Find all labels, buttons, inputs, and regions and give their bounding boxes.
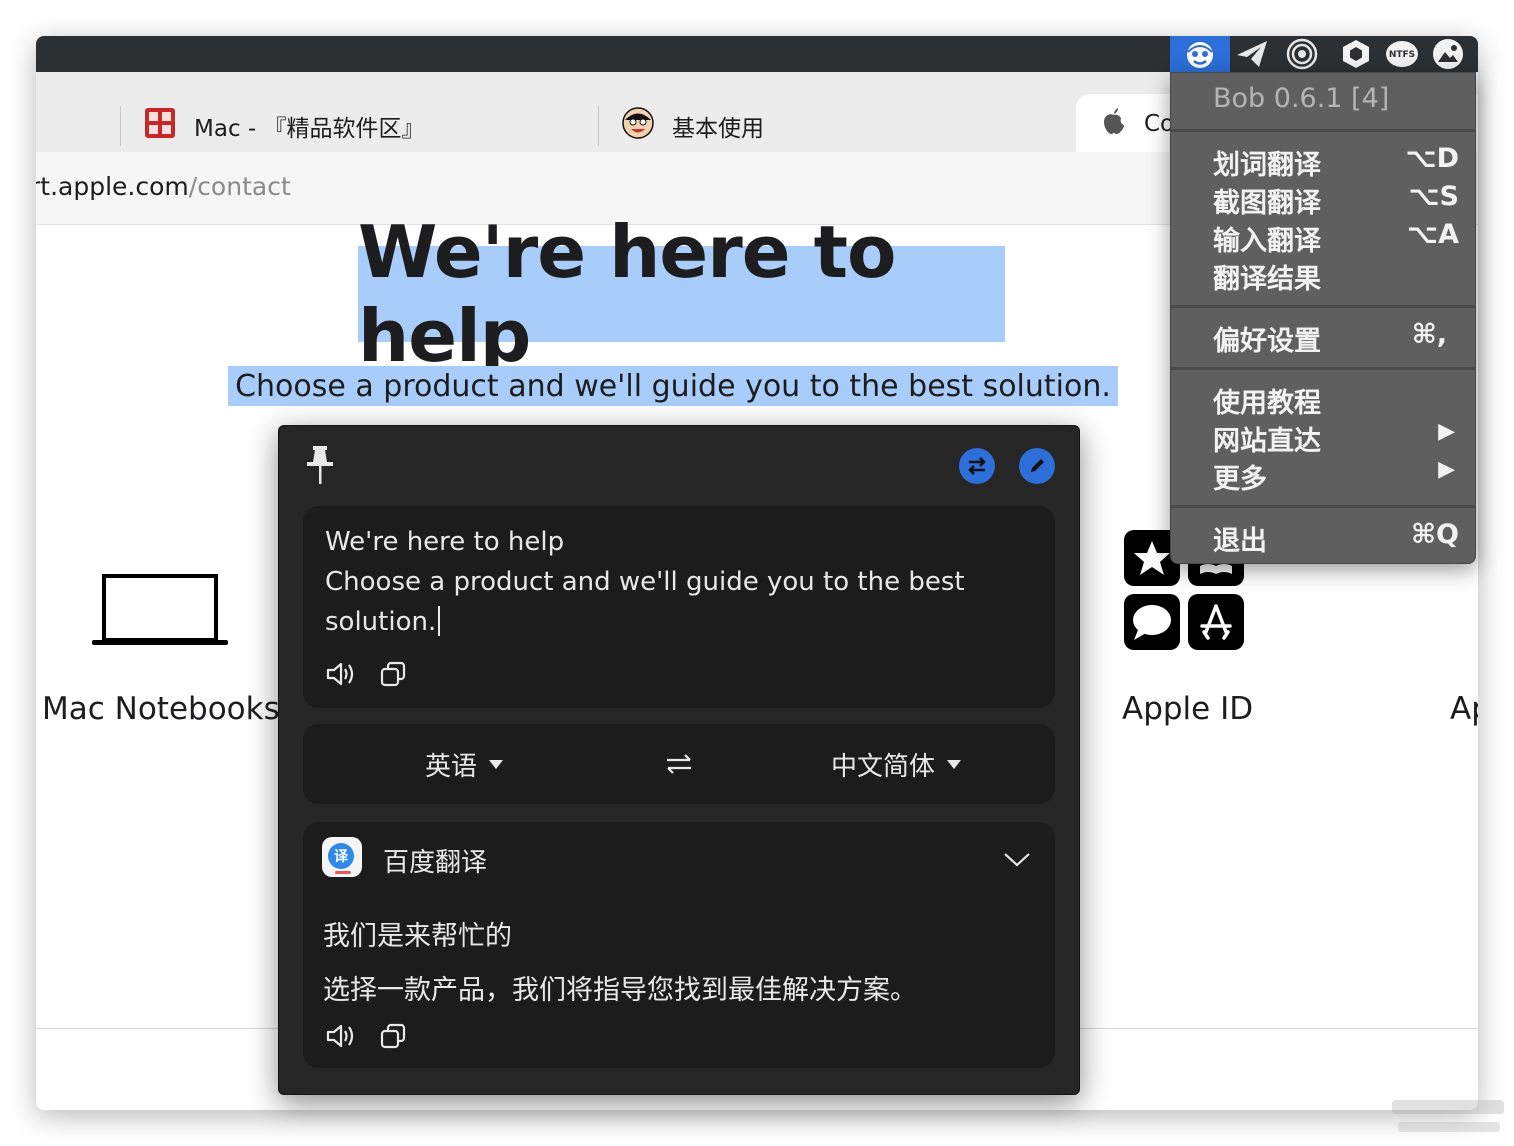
pin-icon[interactable] [305,444,335,490]
chevron-down-icon[interactable] [997,842,1037,878]
url-path: /contact [188,172,291,201]
source-language-select[interactable]: 英语 [425,746,504,783]
menu-shortcut: ⌥D [1405,143,1459,174]
result-line: 我们是来帮忙的 [323,921,512,952]
tab-bob-docs[interactable]: 基本使用 [622,100,764,152]
menu-item-input-translate[interactable]: 输入翻译 [1213,219,1321,258]
svg-text:译: 译 [334,849,349,865]
text-caret [438,606,441,636]
service-name: 百度翻译 [383,848,488,878]
bob-status-menu: Bob 0.6.1 [4] 划词翻译 ⌥D 截图翻译 ⌥S 输入翻译 ⌥A 翻译… [1170,72,1476,564]
pencil-icon [1031,459,1044,472]
menu-item-translate-result[interactable]: 翻译结果 [1213,257,1321,296]
swap-arrows-icon [968,457,986,475]
edit-button[interactable] [1019,448,1055,484]
menu-separator [1171,367,1475,370]
url-host: rt.apple.com [36,172,189,201]
copy-icon[interactable] [375,656,411,692]
bob-icon [1184,38,1216,74]
menu-shortcut: ⌘, [1411,319,1447,350]
menu-item-tutorial[interactable]: 使用教程 [1213,381,1321,420]
mac-notebook-icon[interactable] [90,572,230,654]
apple-logo-icon [1102,107,1126,141]
menu-item-quit[interactable]: 退出 [1213,519,1267,558]
tab-forum[interactable]: Mac - 『精品软件区』 [144,100,425,152]
bob-favicon-icon [622,107,654,145]
dropdown-arrow-icon [947,760,962,769]
menu-separator [1171,305,1475,308]
menu-shortcut: ⌥A [1406,219,1459,250]
tab-separator [120,106,121,146]
input-card[interactable]: We're here to help Choose a product and … [303,506,1055,708]
speaker-icon[interactable] [323,1018,359,1054]
page-title: We're here to help [358,210,1005,378]
copy-icon[interactable] [375,1018,411,1054]
swap-languages-icon[interactable] [659,746,699,782]
hexagon-icon[interactable] [1336,36,1376,72]
tab-separator [598,106,599,146]
submenu-arrow-icon: ▶ [1438,419,1455,444]
spiral-icon[interactable] [1282,36,1322,72]
menu-item-websites[interactable]: 网站直达 [1213,419,1321,458]
paper-plane-icon[interactable] [1232,36,1272,72]
forum-favicon-icon [144,107,176,145]
page-subtitle: Choose a product and we'll guide you to … [228,366,1118,406]
speaker-icon[interactable] [323,656,359,692]
svg-text:NTFS: NTFS [1389,50,1415,60]
menu-separator [1171,129,1475,132]
tab-label: 基本使用 [672,116,764,142]
messages-app-icon [1124,594,1180,650]
menu-item-screenshot-translate[interactable]: 截图翻译 [1213,181,1321,220]
menu-shortcut: ⌘Q [1410,519,1459,550]
app-store-icon [1188,594,1244,650]
language-bar: 英语 中文简体 [303,724,1055,804]
target-language-select[interactable]: 中文简体 [831,746,962,783]
menu-separator [1171,505,1475,508]
ntfs-icon[interactable]: NTFS [1382,36,1422,72]
menu-item-preferences[interactable]: 偏好设置 [1213,319,1321,358]
product-partial[interactable]: Ap [1450,691,1478,727]
url-text: rt.apple.com/contact [36,172,291,201]
tab-label: Mac - 『精品软件区』 [194,116,425,142]
bob-menubar-button[interactable] [1170,36,1230,72]
product-mac-notebooks[interactable]: Mac Notebooks [42,691,280,727]
input-textarea[interactable]: We're here to help Choose a product and … [325,522,1025,642]
product-apple-id[interactable]: Apple ID [1122,691,1253,727]
dropdown-arrow-icon [489,760,504,769]
bob-translate-window: We're here to help Choose a product and … [278,425,1080,1095]
menu-item-selection-translate[interactable]: 划词翻译 [1213,143,1321,182]
photo-icon[interactable] [1428,36,1468,72]
watermark [1392,1096,1506,1143]
result-line: 选择一款产品，我们将指导您找到最佳解决方案。 [323,975,917,1006]
baidu-translate-icon: 译 [321,836,363,882]
menu-title: Bob 0.6.1 [4] [1213,83,1390,114]
menu-shortcut: ⌥S [1408,181,1459,212]
menu-item-more[interactable]: 更多 [1213,457,1267,496]
swap-mode-button[interactable] [959,448,995,484]
result-card: 译 百度翻译 我们是来帮忙的 选择一款产品，我们将指导您找到最佳解决方案。 [303,822,1055,1068]
submenu-arrow-icon: ▶ [1438,457,1455,482]
